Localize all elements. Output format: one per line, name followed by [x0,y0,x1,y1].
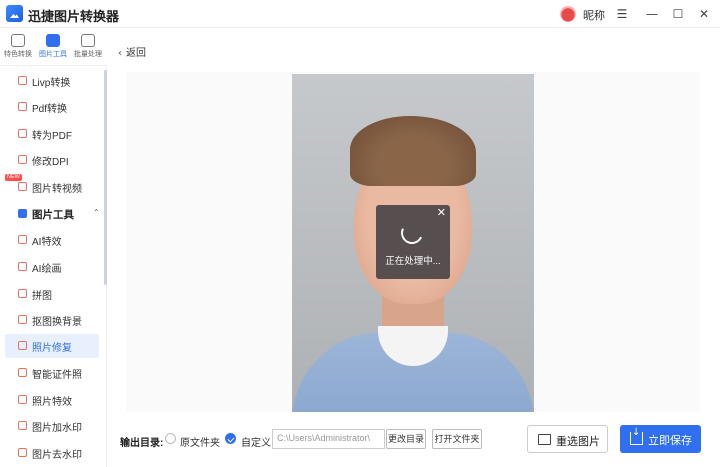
tab-label: 图片工具 [39,51,67,58]
watermark-add-icon [18,421,27,430]
reselect-image-button[interactable]: 重选图片 [527,425,608,453]
radio-original-label: 原文件夹 [180,438,220,449]
back-button[interactable]: ‹ 返回 [118,44,146,59]
sidebar-item-label: 智能证件照 [32,370,82,381]
repair-icon [18,341,27,350]
reselect-label: 重选图片 [556,436,600,448]
photo-hair [350,116,476,186]
processing-text: 正在处理中... [385,256,441,267]
tab-batch[interactable]: 批量处理 [70,32,106,64]
loading-spinner-icon [397,218,427,248]
output-dir-label: 输出目录: [120,438,164,449]
dpi-icon [18,155,27,164]
sidebar-item-pdf-convert[interactable]: Pdf转换 [5,95,99,119]
sidebar-item-ai-effect[interactable]: AI特效 [5,228,99,252]
sidebar-item-label: 修改DPI [32,157,69,168]
change-dir-button[interactable]: 更改目录 [386,429,426,449]
radio-original-folder[interactable] [165,433,176,444]
back-label: 返回 [126,48,146,59]
app-title: 迅捷图片转换器 [28,9,120,24]
user-name[interactable]: 昵称 [583,7,605,23]
tab-label: 特色转换 [4,51,32,58]
sidebar-item-photo-effect[interactable]: 照片特效 [5,388,99,412]
cutout-icon [18,315,27,324]
id-photo-icon [18,368,27,377]
sidebar-item-label: 抠图换背景 [32,317,82,328]
sidebar-item-dpi[interactable]: 修改DPI [5,148,99,172]
sidebar-item-label: 图片加水印 [32,423,82,434]
close-icon[interactable]: ✕ [437,206,446,219]
user-avatar[interactable] [560,6,576,22]
sidebar-item-label: 转为PDF [32,131,72,142]
image-icon [538,434,551,445]
sidebar-group-label: 图片工具 [32,209,74,221]
sidebar-item-photo-repair[interactable]: 照片修复 [5,334,99,358]
new-badge: NEW [5,174,22,181]
sidebar-item-label: 拼图 [32,291,52,302]
livp-icon [18,76,27,85]
output-path-input[interactable]: C:\Users\Administrator\ [272,429,385,449]
sidebar-item-id-photo[interactable]: 智能证件照 [5,361,99,385]
sidebar-item-ai-paint[interactable]: AI绘画 [5,255,99,279]
to-pdf-icon [18,129,27,138]
pdf-icon [18,102,27,111]
sidebar-item-to-pdf[interactable]: 转为PDF [5,122,99,146]
sidebar-scrollbar[interactable] [104,70,107,285]
tab-feature[interactable]: 特色转换 [0,32,36,64]
sidebar-item-label: 照片修复 [32,343,72,354]
image-tools-icon [18,209,27,218]
image-tools-icon [46,34,60,47]
tab-label: 批量处理 [74,51,102,58]
photo-effect-icon [18,395,27,404]
chevron-left-icon: ‹ [118,48,122,59]
close-icon[interactable]: ✕ [694,4,714,24]
ai-effect-icon [18,235,27,244]
sidebar-item-cutout[interactable]: 抠图换背景 [5,308,99,332]
feature-icon [11,34,25,47]
processing-dialog: ✕ 正在处理中... [376,205,450,279]
category-tabs: 特色转换 图片工具 批量处理 [0,30,107,66]
radio-custom-label: 自定义 [241,438,271,449]
sidebar-item-label: Livp转换 [32,78,71,89]
video-icon [18,182,27,191]
menu-icon[interactable]: ☰ [612,4,632,24]
sidebar-item-livp[interactable]: Livp转换 [5,69,99,93]
maximize-icon[interactable]: ☐ [668,4,688,24]
open-folder-button[interactable]: 打开文件夹 [432,429,482,449]
sidebar-item-label: 图片去水印 [32,450,82,461]
sidebar: Livp转换 Pdf转换 转为PDF 修改DPI 图片转视频 图片工具 ⌃ AI… [0,67,107,467]
sidebar-item-remove-watermark[interactable]: 图片去水印 [5,441,99,465]
sidebar-item-puzzle[interactable]: 拼图 [5,282,99,306]
sidebar-item-label: Pdf转换 [32,104,68,115]
save-now-button[interactable]: 立即保存 [620,425,701,453]
sidebar-item-label: AI特效 [32,237,62,248]
radio-custom-folder[interactable] [225,433,236,444]
watermark-remove-icon [18,448,27,457]
chevron-up-icon: ⌃ [93,208,100,217]
sidebar-item-label: AI绘画 [32,264,62,275]
title-bar: 迅捷图片转换器 昵称 ☰ — ☐ ✕ [0,0,720,28]
app-logo-icon [6,5,23,22]
sidebar-item-label: 图片转视频 [32,184,82,195]
sidebar-item-add-watermark[interactable]: 图片加水印 [5,414,99,438]
ai-paint-icon [18,262,27,271]
sidebar-item-label: 照片特效 [32,397,72,408]
download-icon [630,427,643,445]
minimize-icon[interactable]: — [642,4,662,24]
batch-icon [81,34,95,47]
save-label: 立即保存 [648,435,692,447]
puzzle-icon [18,289,27,298]
sidebar-group-image-tools[interactable]: 图片工具 ⌃ [5,202,100,226]
tab-image-tools[interactable]: 图片工具 [35,32,71,64]
